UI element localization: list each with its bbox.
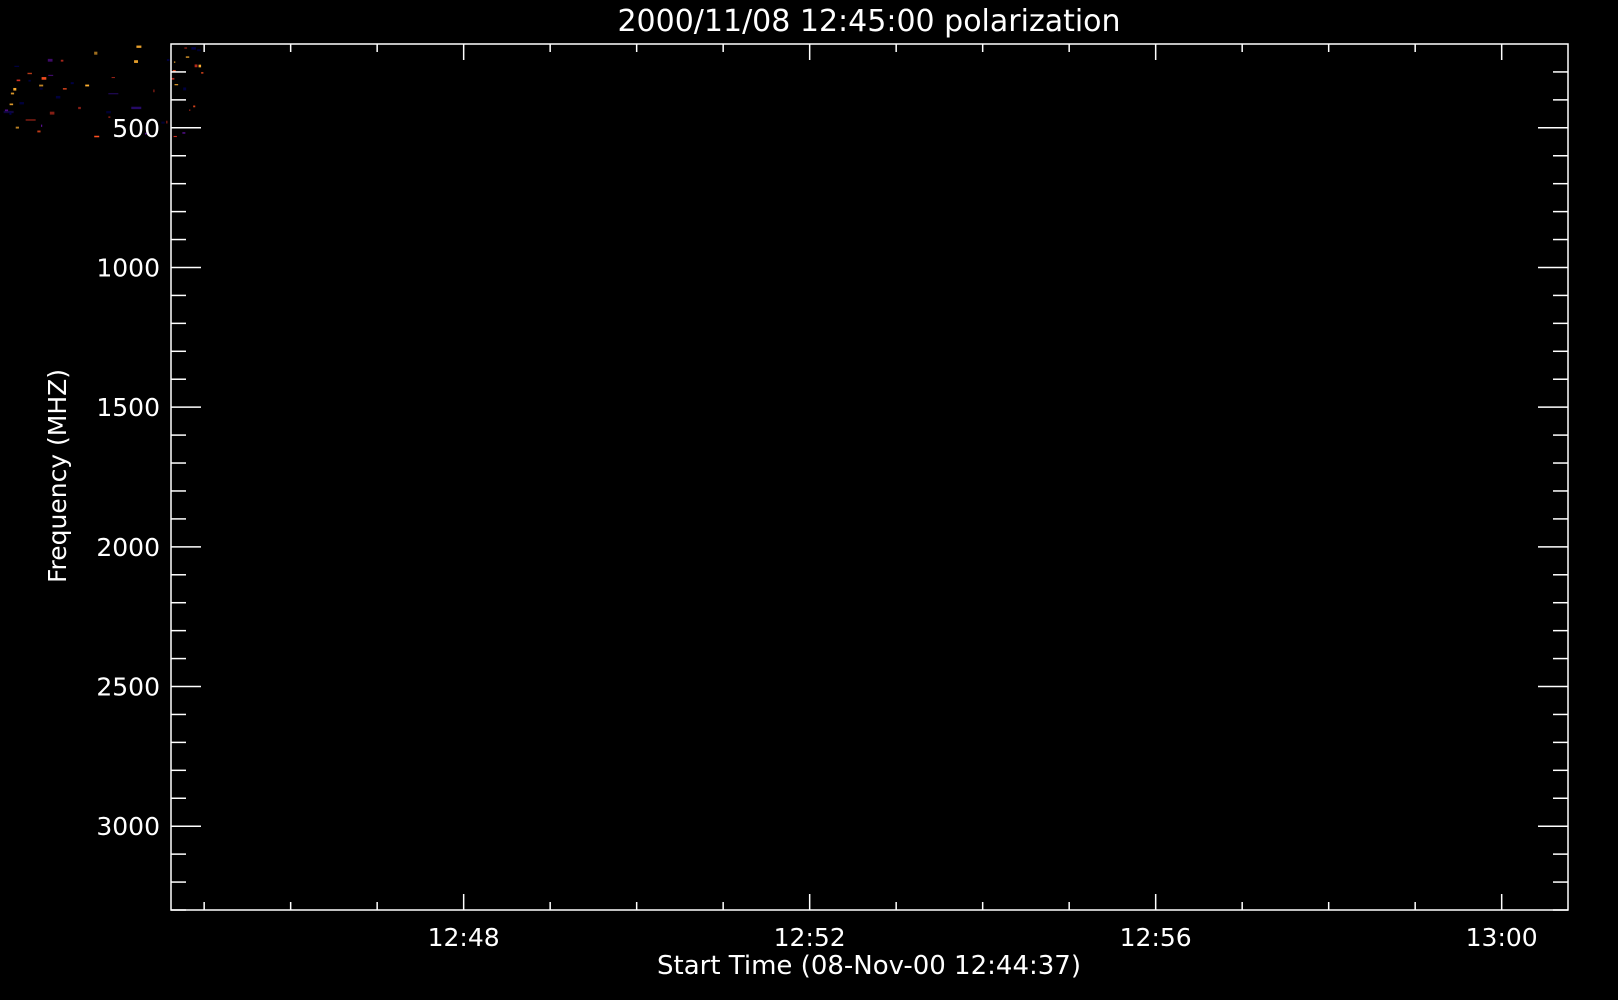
chart-background	[0, 0, 1618, 1000]
x-tick-label: 12:52	[774, 923, 846, 952]
chart-title: 2000/11/08 12:45:00 polarization	[617, 4, 1120, 39]
y-tick-label: 2000	[96, 533, 160, 562]
x-tick-label: 12:48	[428, 923, 500, 952]
y-tick-label: 3000	[96, 812, 160, 841]
x-axis-label: Start Time (08-Nov-00 12:44:37)	[657, 951, 1081, 981]
spectrogram-chart: 2000/11/08 12:45:00 polarization 12:48 12…	[0, 0, 1618, 1000]
y-axis-label: Frequency (MHZ)	[43, 369, 72, 583]
y-tick-label: 1500	[96, 393, 160, 422]
x-tick-label: 12:56	[1120, 923, 1192, 952]
y-tick-label: 2500	[96, 673, 160, 702]
y-tick-label: 500	[112, 114, 160, 143]
y-tick-label: 1000	[96, 253, 160, 282]
x-tick-label: 13:00	[1466, 923, 1538, 952]
